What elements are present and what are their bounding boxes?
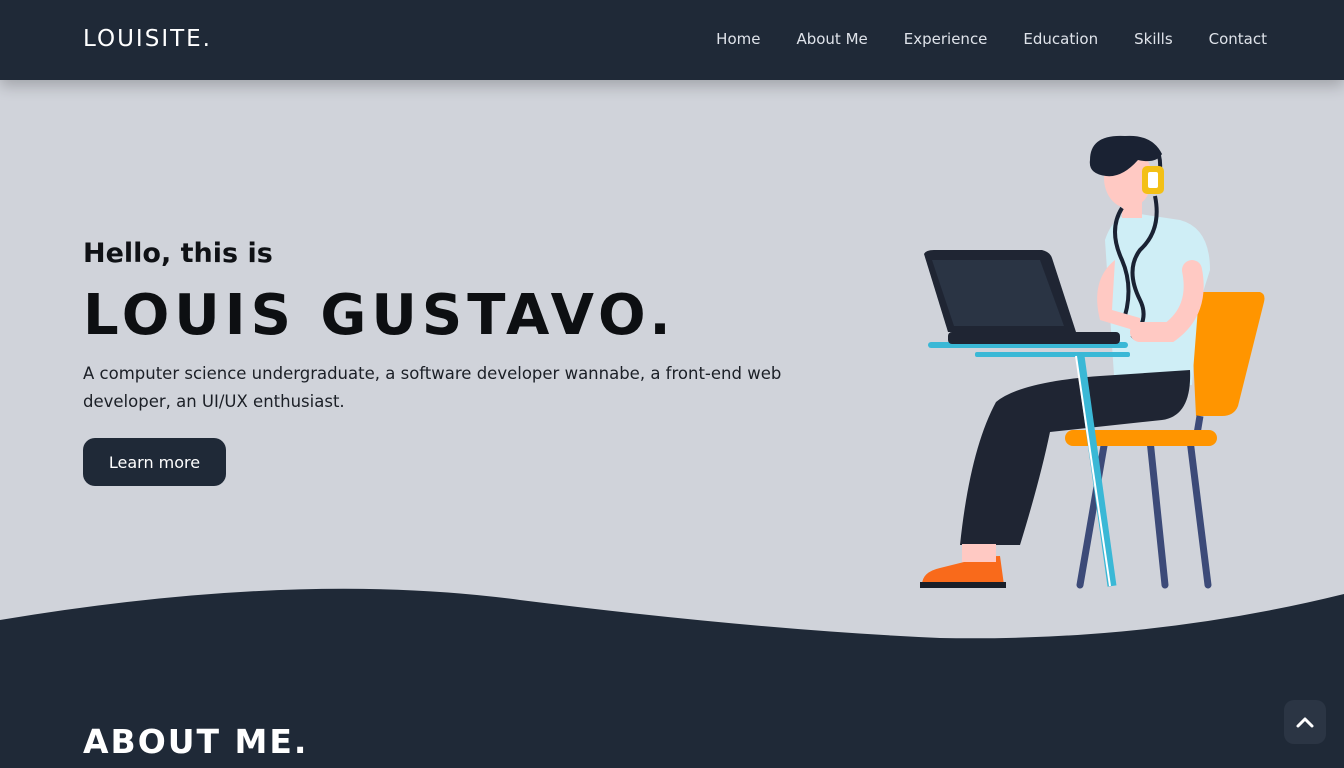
navbar: LOUISITE. Home About Me Experience Educa… [0, 0, 1344, 80]
hero-greeting: Hello, this is [83, 238, 273, 269]
nav-skills[interactable]: Skills [1134, 30, 1173, 48]
chevron-up-icon [1296, 717, 1314, 728]
hero-name: LOUIS GUSTAVO. [83, 283, 676, 348]
nav-education[interactable]: Education [1023, 30, 1098, 48]
about-section-title: ABOUT ME. [83, 722, 309, 761]
hero-description: A computer science undergraduate, a soft… [83, 364, 782, 411]
developer-illustration [920, 135, 1265, 589]
nav-experience[interactable]: Experience [904, 30, 988, 48]
nav-home[interactable]: Home [716, 30, 760, 48]
nav-contact[interactable]: Contact [1209, 30, 1267, 48]
main-nav: Home About Me Experience Education Skill… [716, 30, 1267, 48]
scroll-top-button[interactable] [1284, 700, 1326, 744]
brand-logo[interactable]: LOUISITE. [83, 26, 212, 52]
nav-about[interactable]: About Me [796, 30, 867, 48]
learn-more-button[interactable]: Learn more [83, 438, 226, 486]
